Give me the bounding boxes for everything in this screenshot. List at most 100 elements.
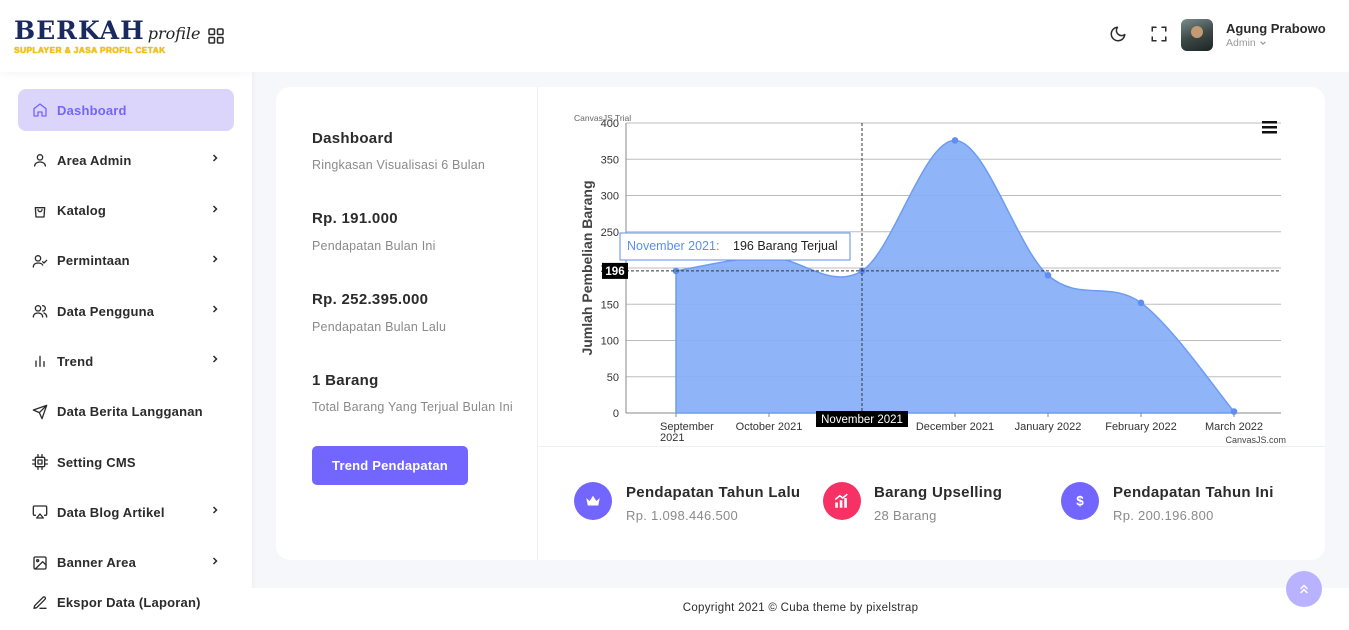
chart-credit: CanvasJS.com xyxy=(1225,435,1286,445)
kpi-value: 28 Barang xyxy=(874,508,937,523)
sidebar-item-trend[interactable]: Trend xyxy=(18,340,234,382)
crosshair-x-label: November 2021 xyxy=(821,414,903,426)
sidebar-item-ekspor-data-laporan[interactable]: Ekspor Data (Laporan) xyxy=(18,582,234,624)
avatar[interactable] xyxy=(1181,19,1213,51)
y-tick-label: 150 xyxy=(601,299,619,311)
chart-watermark: CanvasJS Trial xyxy=(574,113,631,123)
kpi-icon-dollar: $ xyxy=(1061,482,1099,520)
sales-chart[interactable]: 050100150200250300350400Jumlah Pembelian… xyxy=(538,87,1325,447)
y-tick-label: 50 xyxy=(607,372,619,384)
chevron-right-icon xyxy=(212,355,218,364)
y-tick-label: 0 xyxy=(613,408,619,420)
stat-label: Pendapatan Bulan Lalu xyxy=(312,320,447,334)
sidebar-item-katalog[interactable]: Katalog xyxy=(18,190,234,232)
sidebar-item-data-berita-langganan[interactable]: Data Berita Langganan xyxy=(18,391,234,433)
stat-value: 1 Barang xyxy=(312,372,379,389)
sidebar-item-label: Dashboard xyxy=(57,102,127,118)
stat-label: Total Barang Yang Terjual Bulan Ini xyxy=(312,400,513,414)
chevron-right-icon xyxy=(212,506,218,514)
sidebar-item-label: Data Pengguna xyxy=(57,303,155,319)
summary-title: Dashboard xyxy=(312,130,394,147)
sidebar-item-label: Setting CMS xyxy=(57,454,136,470)
sidebar-item-label: Area Admin xyxy=(57,152,132,168)
crosshair-y-label: 196 xyxy=(605,266,624,278)
crown-icon xyxy=(586,495,600,506)
brand-script: profile xyxy=(147,23,201,43)
image-icon xyxy=(32,555,48,571)
brand-tagline: SUPLAYER & JASA PROFIL CETAK xyxy=(14,44,166,55)
bar-chart-icon xyxy=(32,353,48,369)
sidebar-item-data-pengguna[interactable]: Data Pengguna xyxy=(18,290,234,332)
chevron-right-icon xyxy=(212,557,218,565)
svg-text:$: $ xyxy=(1076,494,1084,509)
x-tick-label: March 2022 xyxy=(1205,421,1263,433)
summary-subtitle: Ringkasan Visualisasi 6 Bulan xyxy=(312,158,486,172)
area-series xyxy=(675,139,1235,414)
edit-icon xyxy=(32,595,48,611)
dashboard-card: Dashboard Ringkasan Visualisasi 6 Bulan … xyxy=(276,87,1325,560)
grid-toggle-icon[interactable] xyxy=(208,28,224,44)
footer: Copyright 2021 © Cuba theme by pixelstra… xyxy=(252,588,1349,630)
tooltip-value: 196 Barang Terjual xyxy=(733,239,838,253)
sidebar-item-label: Data Blog Artikel xyxy=(57,504,165,520)
scroll-top-button[interactable] xyxy=(1286,571,1322,607)
x-tick-label: December 2021 xyxy=(916,421,994,433)
summary-panel: Dashboard Ringkasan Visualisasi 6 Bulan … xyxy=(276,87,538,560)
airplay-icon xyxy=(32,504,48,520)
sidebar-menu: Dashboard Area Admin Katalog Permintaan Data… xyxy=(18,89,234,630)
kpi-title: Barang Upselling xyxy=(874,484,1003,501)
kpi-title: Pendapatan Tahun Lalu xyxy=(626,484,801,501)
brand-name: BERKAH xyxy=(14,15,145,45)
send-icon xyxy=(32,404,48,420)
kpi-value: Rp. 200.196.800 xyxy=(1113,508,1214,523)
user-role-dropdown[interactable]: Admin xyxy=(1226,37,1267,49)
sidebar-item-dashboard[interactable]: Dashboard xyxy=(18,89,234,131)
kpi-title: Pendapatan Tahun Ini xyxy=(1113,484,1274,501)
chevron-right-icon xyxy=(212,255,218,263)
chevrons-up-icon xyxy=(1300,584,1308,594)
sidebar-item-area-admin[interactable]: Area Admin xyxy=(18,139,234,181)
x-tick-label: October 2021 xyxy=(736,421,803,433)
x-tick-label: February 2022 xyxy=(1105,421,1177,433)
dollar-icon: $ xyxy=(1076,494,1084,509)
trend-pendapatan-button[interactable]: Trend Pendapatan xyxy=(312,446,468,485)
chevron-right-icon xyxy=(212,305,218,313)
sidebar-item-label: Permintaan xyxy=(57,253,130,269)
y-tick-label: 350 xyxy=(601,154,619,166)
users-icon xyxy=(32,303,48,319)
fullscreen-icon[interactable] xyxy=(1150,25,1168,43)
x-tick-label: January 2022 xyxy=(1015,421,1082,433)
user-icon xyxy=(32,152,48,168)
shopping-bag-icon xyxy=(32,203,48,219)
sidebar-item-label: Katalog xyxy=(57,203,107,219)
user-check-icon xyxy=(32,253,48,269)
kpi-icon-trending xyxy=(823,482,861,520)
trending-up-icon xyxy=(834,493,848,508)
sidebar-item-label: Ekspor Data (Laporan) xyxy=(57,595,201,611)
sidebar-item-setting-cms[interactable]: Setting CMS xyxy=(18,441,234,483)
x-tick-label: 2021 xyxy=(660,432,684,444)
chevron-right-icon xyxy=(212,154,218,162)
sidebar-item-permintaan[interactable]: Permintaan xyxy=(18,240,234,282)
data-point xyxy=(1044,271,1052,279)
sidebar: BERKAH profile SUPLAYER & JASA PROFIL CE… xyxy=(0,0,252,630)
data-point xyxy=(1137,299,1145,307)
top-bar: Agung Prabowo Admin xyxy=(252,0,1349,72)
brand-logo[interactable]: BERKAH profile SUPLAYER & JASA PROFIL CE… xyxy=(0,0,252,72)
moon-icon[interactable] xyxy=(1109,25,1127,43)
sidebar-item-label: Banner Area xyxy=(57,555,137,571)
chart-svg: 050100150200250300350400Jumlah Pembelian… xyxy=(574,113,1286,445)
user-name[interactable]: Agung Prabowo xyxy=(1226,21,1326,36)
sidebar-item-data-blog-artikel[interactable]: Data Blog Artikel xyxy=(18,491,234,533)
sidebar-item-label: Trend xyxy=(57,353,94,369)
stat-value: Rp. 252.395.000 xyxy=(312,291,429,308)
chart-menu-icon[interactable] xyxy=(1262,121,1277,134)
y-tick-label: 250 xyxy=(601,227,619,239)
footer-text: Copyright 2021 © Cuba theme by pixelstra… xyxy=(682,602,919,614)
user-role: Admin xyxy=(1226,37,1256,49)
kpi-value: Rp. 1.098.446.500 xyxy=(626,508,739,523)
tooltip-category: November 2021: xyxy=(627,239,719,253)
chevron-right-icon xyxy=(212,205,218,213)
sidebar-item-label: Data Berita Langganan xyxy=(57,404,203,420)
sidebar-item-banner-area[interactable]: Banner Area xyxy=(18,542,234,584)
